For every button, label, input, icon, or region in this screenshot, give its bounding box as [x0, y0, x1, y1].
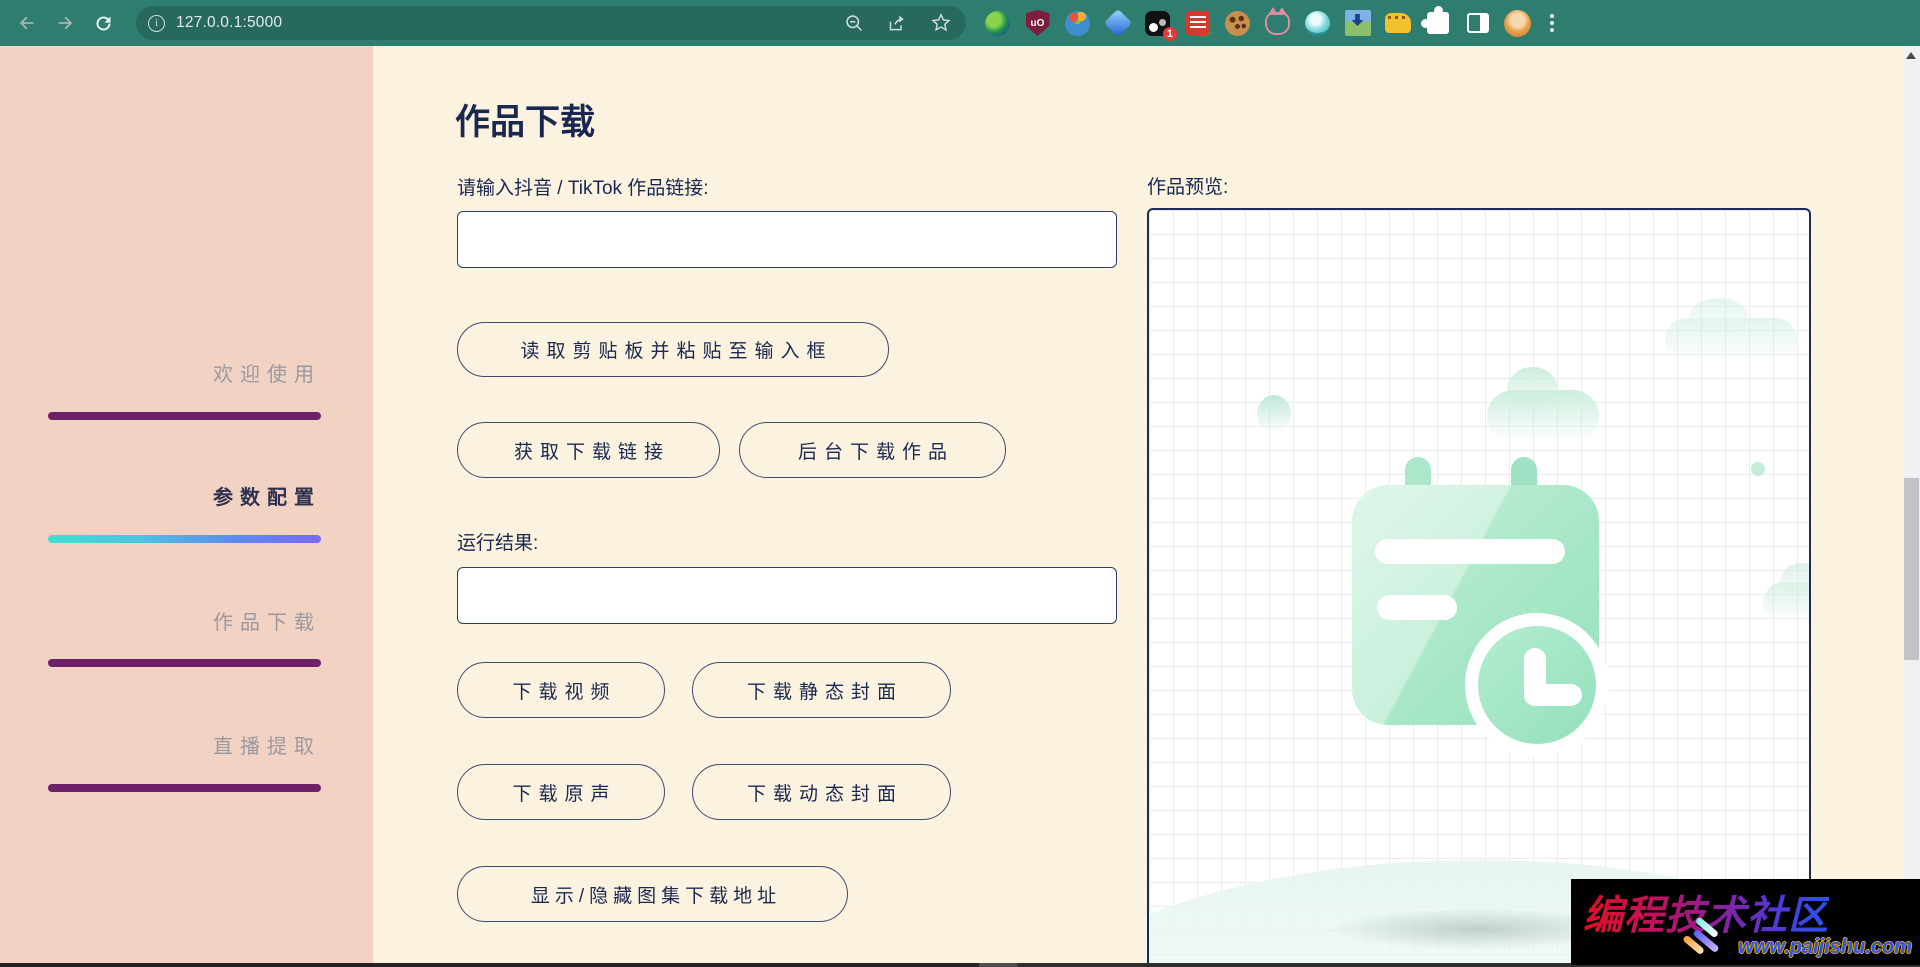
sidebar-rule	[48, 412, 321, 420]
sidebar-item-welcome[interactable]: 欢迎使用	[213, 358, 321, 387]
main-content: 作品下载 请输入抖音 / TikTok 作品链接: 读取剪贴板并粘贴至输入框 获…	[373, 46, 1903, 963]
watermark: 编程技术社区 www.paijishu.com	[1571, 879, 1920, 965]
downloader-icon[interactable]	[1344, 10, 1371, 37]
crystal-ball-icon[interactable]	[1304, 10, 1331, 37]
background-download-button[interactable]: 后台下载作品	[739, 422, 1006, 478]
link-input[interactable]	[457, 211, 1117, 268]
clock-illustration	[1465, 613, 1609, 757]
sidebar-item-download[interactable]: 作品下载	[213, 606, 321, 635]
share-icon[interactable]	[887, 13, 908, 34]
watermark-url: www.paijishu.com	[1738, 936, 1912, 958]
page-body: 欢迎使用 参数配置 作品下载 直播提取 作品下载 请输入抖音 / TikTok …	[0, 46, 1920, 963]
sidebar-item-live[interactable]: 直播提取	[213, 730, 321, 759]
result-label: 运行结果:	[457, 533, 539, 554]
sidebar-rule	[48, 659, 321, 667]
toggle-gallery-links-button[interactable]: 显示/隐藏图集下载地址	[457, 866, 848, 922]
dot-decoration	[1751, 462, 1765, 476]
screenshot-tool-icon[interactable]: 1	[1144, 10, 1177, 41]
sidebar-rule	[48, 784, 321, 792]
idm-icon[interactable]	[984, 10, 1011, 37]
extension-badge: 1	[1162, 26, 1177, 41]
profile-avatar[interactable]	[1504, 9, 1531, 37]
cloud-decoration	[1665, 298, 1797, 362]
back-icon[interactable]	[8, 4, 46, 42]
download-video-button[interactable]: 下载视频	[457, 662, 665, 718]
zoom-out-icon[interactable]	[844, 13, 865, 34]
link-input-label: 请输入抖音 / TikTok 作品链接:	[457, 178, 709, 199]
preview-label: 作品预览:	[1147, 177, 1229, 198]
cloud-decoration	[1487, 366, 1599, 442]
download-audio-button[interactable]: 下载原声	[457, 764, 665, 820]
download-static-cover-button[interactable]: 下载静态封面	[692, 662, 951, 718]
page-title: 作品下载	[455, 103, 596, 142]
sidebar-item-config[interactable]: 参数配置	[213, 481, 321, 510]
paste-clipboard-button[interactable]: 读取剪贴板并粘贴至输入框	[457, 322, 889, 377]
gem-icon[interactable]	[1103, 8, 1132, 38]
calendar-line	[1377, 595, 1457, 620]
bookmark-star-icon[interactable]	[930, 12, 952, 34]
result-input[interactable]	[457, 567, 1117, 624]
calendar-line	[1375, 539, 1565, 564]
extensions-row: uO 1	[984, 6, 1568, 41]
scroll-up-arrow-icon[interactable]	[1906, 52, 1916, 59]
cookie-icon[interactable]	[1224, 10, 1251, 37]
pixel-cat-icon[interactable]	[1384, 10, 1411, 37]
cat-icon[interactable]	[1264, 6, 1291, 37]
circle-decoration	[1257, 395, 1291, 433]
get-link-button[interactable]: 获取下载链接	[457, 422, 720, 478]
notes-icon[interactable]	[1184, 10, 1211, 37]
side-panel-icon[interactable]	[1464, 10, 1491, 37]
site-info-icon[interactable]: i	[148, 14, 165, 32]
url-bar[interactable]: i 127.0.0.1:5000	[136, 6, 966, 40]
sidebar: 欢迎使用 参数配置 作品下载 直播提取	[0, 46, 373, 963]
scrollbar-thumb[interactable]	[1904, 478, 1919, 660]
ublock-origin-icon[interactable]: uO	[1024, 10, 1051, 37]
forward-icon[interactable]	[46, 4, 84, 42]
sidebar-rule-active	[48, 535, 321, 543]
scrollbar[interactable]	[1903, 46, 1920, 963]
preview-panel	[1147, 208, 1811, 963]
fruit-bowl-icon[interactable]	[1064, 10, 1091, 37]
extensions-puzzle-icon[interactable]	[1420, 6, 1451, 37]
browser-toolbar: i 127.0.0.1:5000 uO 1	[0, 0, 1920, 46]
download-dynamic-cover-button[interactable]: 下载动态封面	[692, 764, 951, 820]
url-text[interactable]: 127.0.0.1:5000	[176, 14, 844, 32]
reload-icon[interactable]	[84, 4, 122, 42]
browser-menu-icon[interactable]	[1550, 14, 1554, 32]
cloud-decoration	[1763, 563, 1809, 624]
